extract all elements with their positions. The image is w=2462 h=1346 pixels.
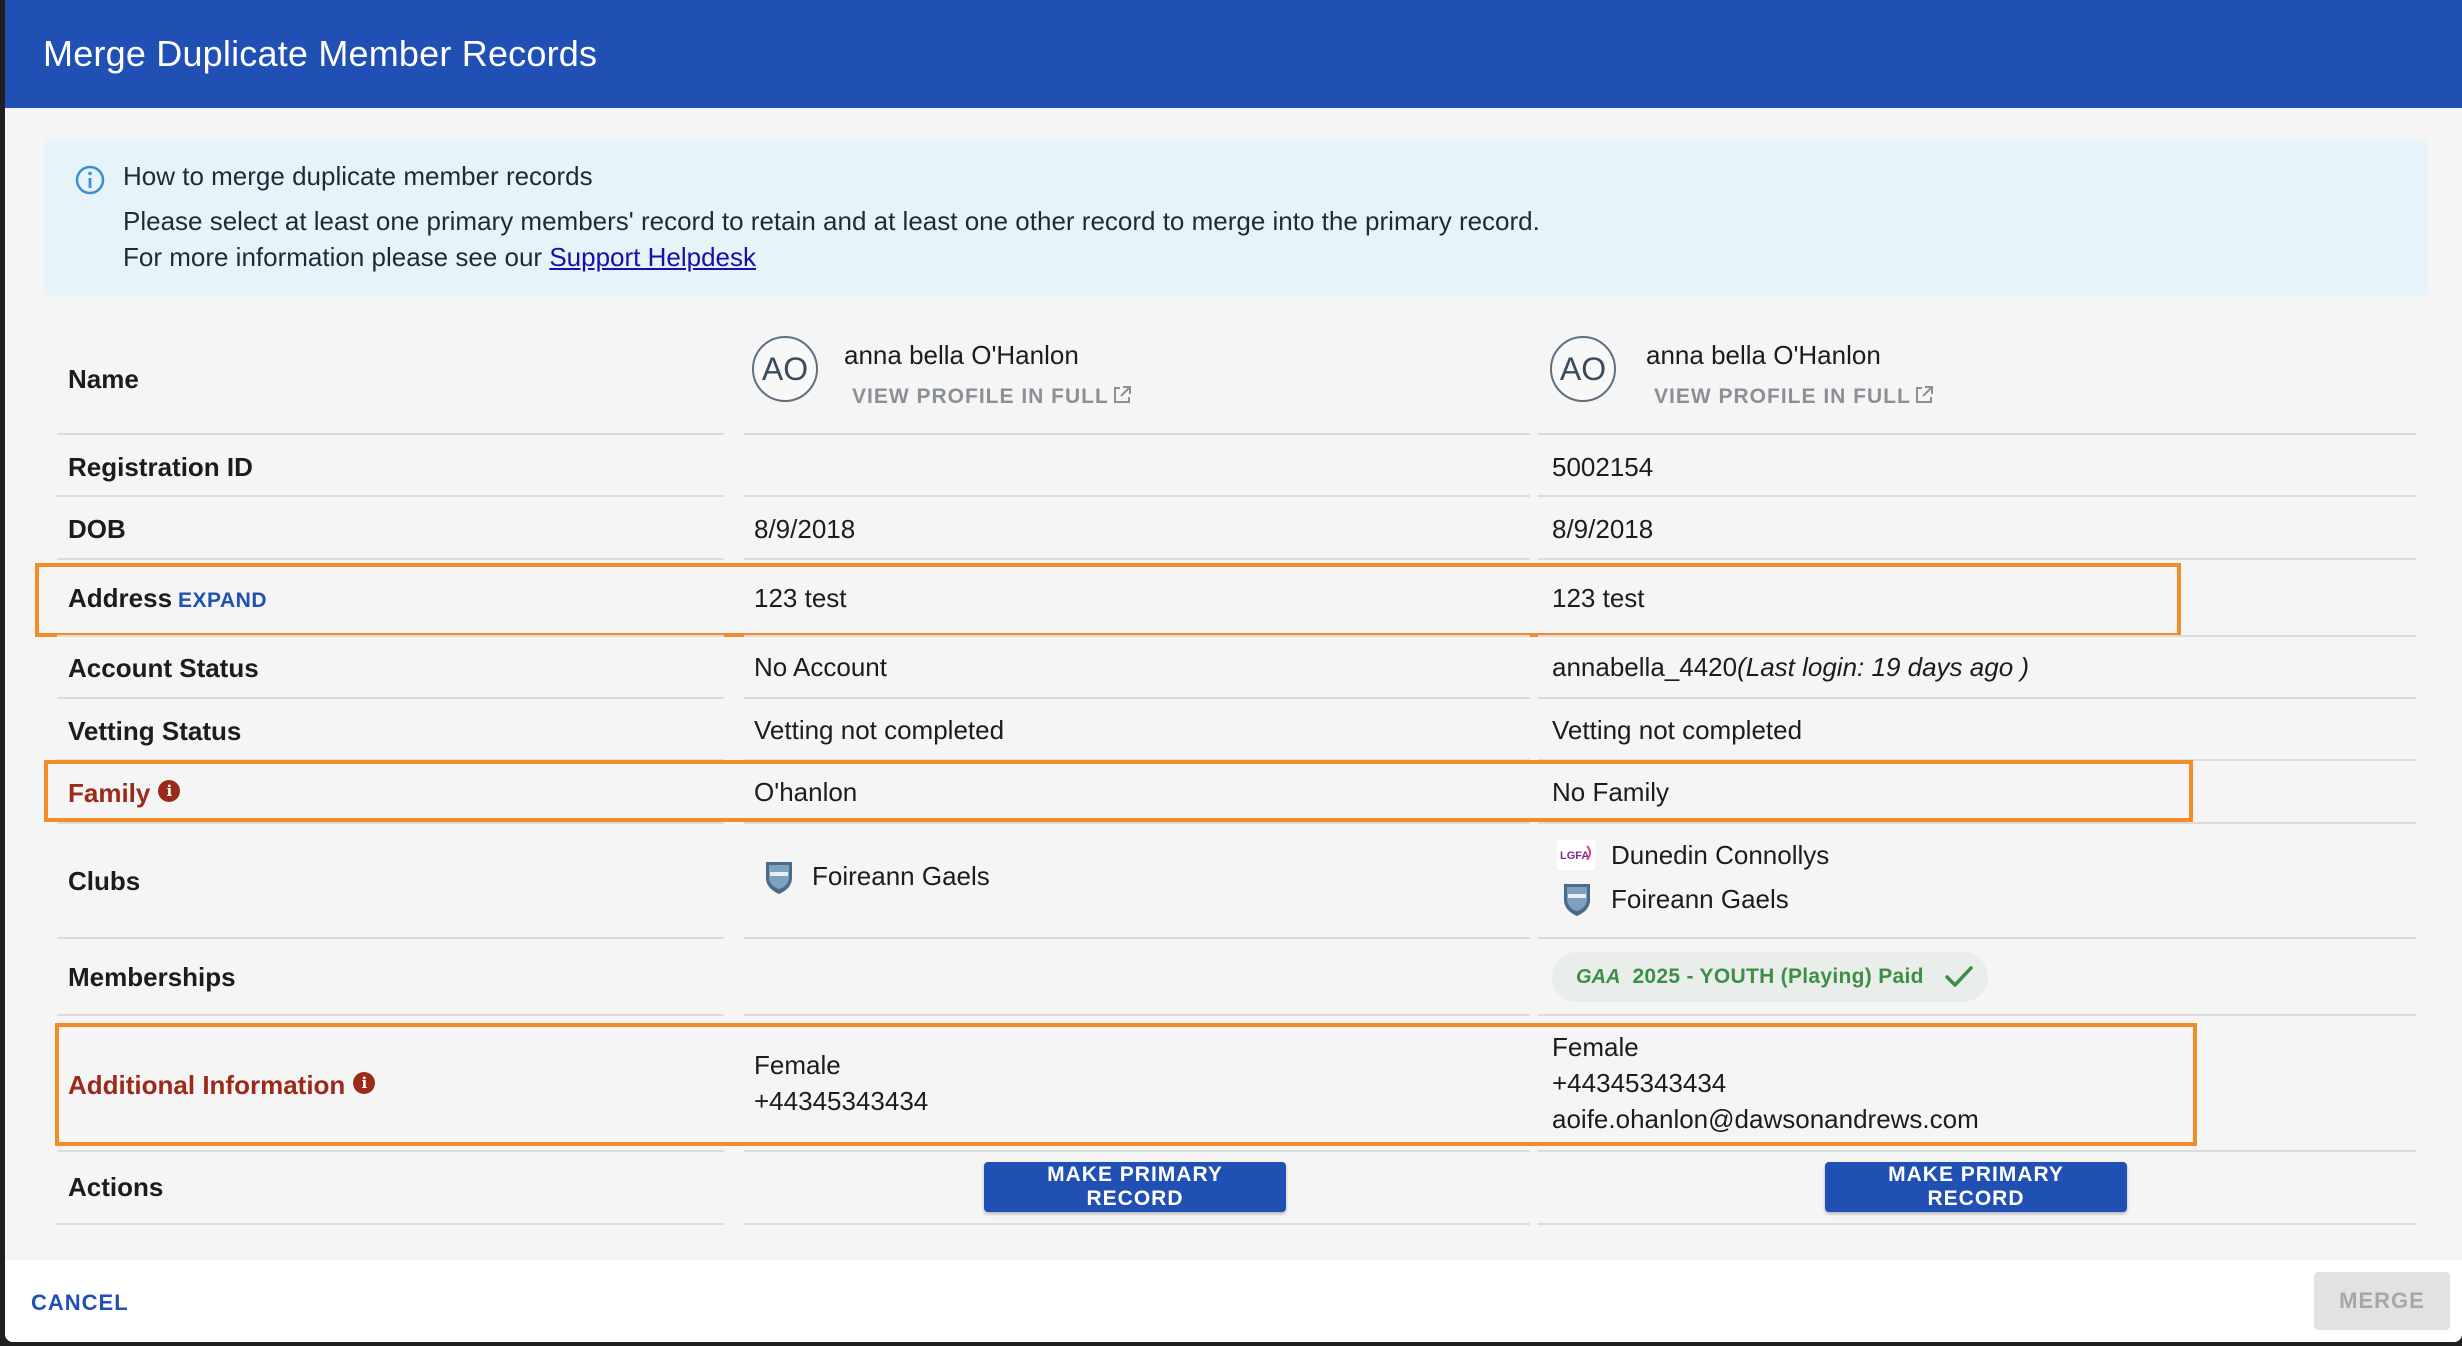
row-divider [744, 1150, 1530, 1152]
family-highlight [44, 760, 2193, 822]
external-link-icon [1915, 386, 1933, 403]
last-login-text: (Last login: 19 days ago ) [1737, 652, 2030, 682]
row-divider [744, 697, 1530, 699]
record-2-view-profile-link[interactable]: VIEW PROFILE IN FULL [1654, 384, 1935, 409]
dialog-title: Merge Duplicate Member Records [43, 33, 598, 74]
record-1-account-status: No Account [754, 652, 887, 682]
label-account-status: Account Status [68, 653, 259, 683]
record-1-name: anna bella O'Hanlon [844, 340, 1079, 370]
row-divider [1538, 558, 2416, 560]
row-divider [744, 1223, 1530, 1225]
record-2-club-name: Foireann Gaels [1611, 884, 1789, 914]
label-dob: DOB [68, 514, 126, 544]
row-divider [57, 937, 724, 939]
row-divider [57, 635, 724, 637]
avatar: AO [752, 336, 818, 402]
row-divider [57, 697, 724, 699]
info-heading: How to merge duplicate member records [123, 161, 593, 191]
record-2-registration-id: 5002154 [1552, 452, 1654, 482]
info-icon [75, 165, 105, 195]
merge-button[interactable]: MERGE [2314, 1272, 2450, 1330]
lgfa-logo-icon: LGFA [1557, 840, 1595, 870]
view-profile-label: VIEW PROFILE IN FULL [852, 385, 1109, 408]
row-divider [57, 822, 724, 824]
record-2-club-name: Dunedin Connollys [1611, 840, 1830, 870]
label-registration-id: Registration ID [68, 452, 253, 482]
record-1-view-profile-link[interactable]: VIEW PROFILE IN FULL [852, 384, 1133, 409]
account-username: annabella_4420 [1552, 652, 1738, 682]
club-crest-icon [1564, 884, 1590, 916]
support-helpdesk-link[interactable]: Support Helpdesk [549, 242, 756, 272]
row-divider [1538, 822, 2416, 824]
dialog-header: Merge Duplicate Member Records [5, 0, 2462, 108]
record-2-make-primary-button[interactable]: MAKE PRIMARY RECORD [1825, 1162, 2127, 1212]
check-icon [1945, 966, 1973, 987]
row-divider [57, 495, 724, 497]
merge-dialog: Merge Duplicate Member Records How to me… [5, 0, 2462, 1342]
row-divider [744, 558, 1530, 560]
row-divider [1538, 495, 2416, 497]
label-actions: Actions [68, 1172, 164, 1202]
row-divider [1538, 1223, 2416, 1225]
dialog-footer: CANCEL MERGE [5, 1260, 2462, 1342]
row-divider [57, 1223, 724, 1225]
cancel-button[interactable]: CANCEL [31, 1290, 129, 1316]
additional-info-highlight [55, 1023, 2197, 1146]
row-divider [57, 1014, 724, 1016]
club-crest-icon [766, 862, 792, 894]
record-2-name: anna bella O'Hanlon [1646, 340, 1881, 370]
row-divider [744, 635, 1530, 637]
row-divider [57, 558, 724, 560]
row-divider [744, 1014, 1530, 1016]
address-highlight [35, 563, 2181, 637]
record-2-dob: 8/9/2018 [1552, 514, 1654, 544]
row-divider [57, 1150, 724, 1152]
row-divider [744, 937, 1530, 939]
row-divider [744, 433, 1530, 435]
label-vetting-status: Vetting Status [68, 716, 242, 746]
membership-chip: GAA 2025 - YOUTH (Playing) Paid [1552, 952, 1988, 1002]
row-divider [744, 822, 1530, 824]
avatar: AO [1550, 336, 1616, 402]
row-divider [1538, 635, 2416, 637]
record-1-dob: 8/9/2018 [754, 514, 856, 544]
record-1-vetting-status: Vetting not completed [754, 715, 1005, 745]
row-divider [1538, 433, 2416, 435]
row-divider [1538, 1150, 2416, 1152]
record-2-vetting-status: Vetting not completed [1552, 715, 1803, 745]
row-divider [1538, 937, 2416, 939]
membership-label: 2025 - YOUTH (Playing) Paid [1632, 965, 1924, 988]
record-1-make-primary-button[interactable]: MAKE PRIMARY RECORD [984, 1162, 1286, 1212]
view-profile-label: VIEW PROFILE IN FULL [1654, 385, 1911, 408]
info-text: Please select at least one primary membe… [123, 206, 1540, 236]
label-clubs: Clubs [68, 866, 141, 896]
external-link-icon [1113, 386, 1131, 403]
info-help-prefix: For more information please see our [123, 242, 550, 272]
label-name: Name [68, 364, 139, 394]
label-memberships: Memberships [68, 962, 236, 992]
record-2-account-status: annabella_4420(Last login: 19 days ago ) [1552, 652, 2029, 683]
row-divider [744, 495, 1530, 497]
row-divider [57, 433, 724, 435]
row-divider [1538, 697, 2416, 699]
row-divider [1538, 1014, 2416, 1016]
info-banner: How to merge duplicate member records Pl… [44, 140, 2428, 297]
record-1-club-name: Foireann Gaels [812, 861, 990, 891]
lgfa-logo-text: LGFA [1560, 850, 1589, 862]
info-help-line: For more information please see our Supp… [123, 242, 756, 273]
gaa-logo-icon: GAA [1576, 965, 1621, 988]
